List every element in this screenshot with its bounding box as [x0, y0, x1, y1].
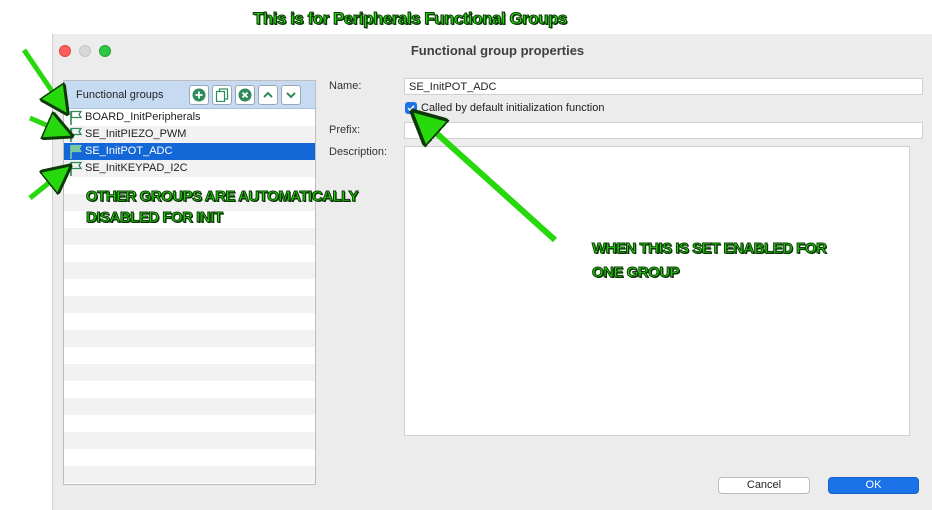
functional-groups-label: Functional groups: [76, 89, 164, 101]
empty-row: [64, 313, 315, 330]
empty-row: [64, 245, 315, 262]
empty-row: [64, 432, 315, 449]
name-field[interactable]: SE_InitPOT_ADC: [404, 78, 923, 95]
default-init-checkbox[interactable]: [405, 102, 417, 114]
annotation-left-line1: OTHER GROUPS ARE AUTOMATICALLY: [86, 188, 359, 206]
annotation-right-line2: ONE GROUP: [591, 264, 680, 282]
annotation-left-line2: DISABLED FOR INIT: [86, 209, 224, 227]
flag-icon: [70, 144, 83, 159]
list-item[interactable]: BOARD_InitPeripherals: [64, 109, 315, 126]
functional-groups-header: Functional groups: [64, 81, 315, 109]
annotation-left: OTHER GROUPS ARE AUTOMATICALLY DISABLED …: [86, 186, 359, 228]
empty-row: [64, 228, 315, 245]
functional-groups-panel: Functional groups BOARD_InitPeripherals S…: [63, 80, 316, 485]
empty-row: [64, 381, 315, 398]
empty-row: [64, 279, 315, 296]
remove-group-button[interactable]: [235, 85, 255, 105]
default-init-label: Called by default initialization functio…: [421, 102, 605, 114]
ok-button[interactable]: OK: [828, 477, 919, 494]
description-label: Description:: [329, 146, 388, 158]
list-item-label: SE_InitKEYPAD_I2C: [85, 162, 188, 174]
empty-row: [64, 262, 315, 279]
empty-row: [64, 466, 315, 483]
add-group-button[interactable]: [189, 85, 209, 105]
dialog-title: Functional group properties: [410, 43, 585, 58]
empty-row: [64, 398, 315, 415]
add-icon: [192, 88, 206, 102]
annotation-right: WHEN THIS IS SET ENABLED FOR ONE GROUP: [591, 237, 827, 285]
name-label: Name:: [329, 80, 362, 92]
empty-row: [64, 364, 315, 381]
flag-icon: [70, 110, 83, 125]
copy-icon: [215, 88, 229, 102]
annotation-right-line1: WHEN THIS IS SET ENABLED FOR: [591, 240, 827, 258]
move-down-button[interactable]: [281, 85, 301, 105]
empty-row: [64, 347, 315, 364]
list-item-label: SE_InitPIEZO_PWM: [85, 128, 187, 140]
functional-groups-list: BOARD_InitPeripherals SE_InitPIEZO_PWM SE_…: [64, 109, 315, 484]
move-up-button[interactable]: [258, 85, 278, 105]
title-bar: Functional group properties: [53, 34, 932, 66]
annotation-top: This is for Peripherals Functional Group…: [253, 9, 568, 29]
empty-row: [64, 330, 315, 347]
list-item[interactable]: SE_InitPOT_ADC: [64, 143, 315, 160]
flag-icon: [70, 161, 83, 176]
prefix-label: Prefix:: [329, 124, 361, 136]
description-field[interactable]: [404, 146, 910, 436]
empty-row: [64, 296, 315, 313]
flag-icon: [70, 127, 83, 142]
prefix-field[interactable]: [404, 122, 923, 139]
copy-group-button[interactable]: [212, 85, 232, 105]
list-item-label: BOARD_InitPeripherals: [85, 111, 201, 123]
list-item[interactable]: SE_InitKEYPAD_I2C: [64, 160, 315, 177]
list-item-label: SE_InitPOT_ADC: [85, 145, 173, 157]
list-item[interactable]: SE_InitPIEZO_PWM: [64, 126, 315, 143]
checkmark-icon: [407, 105, 415, 112]
remove-icon: [238, 88, 252, 102]
move-up-icon: [263, 91, 273, 98]
move-down-icon: [286, 92, 296, 99]
cancel-button[interactable]: Cancel: [718, 477, 810, 494]
empty-row: [64, 415, 315, 432]
empty-row: [64, 449, 315, 466]
